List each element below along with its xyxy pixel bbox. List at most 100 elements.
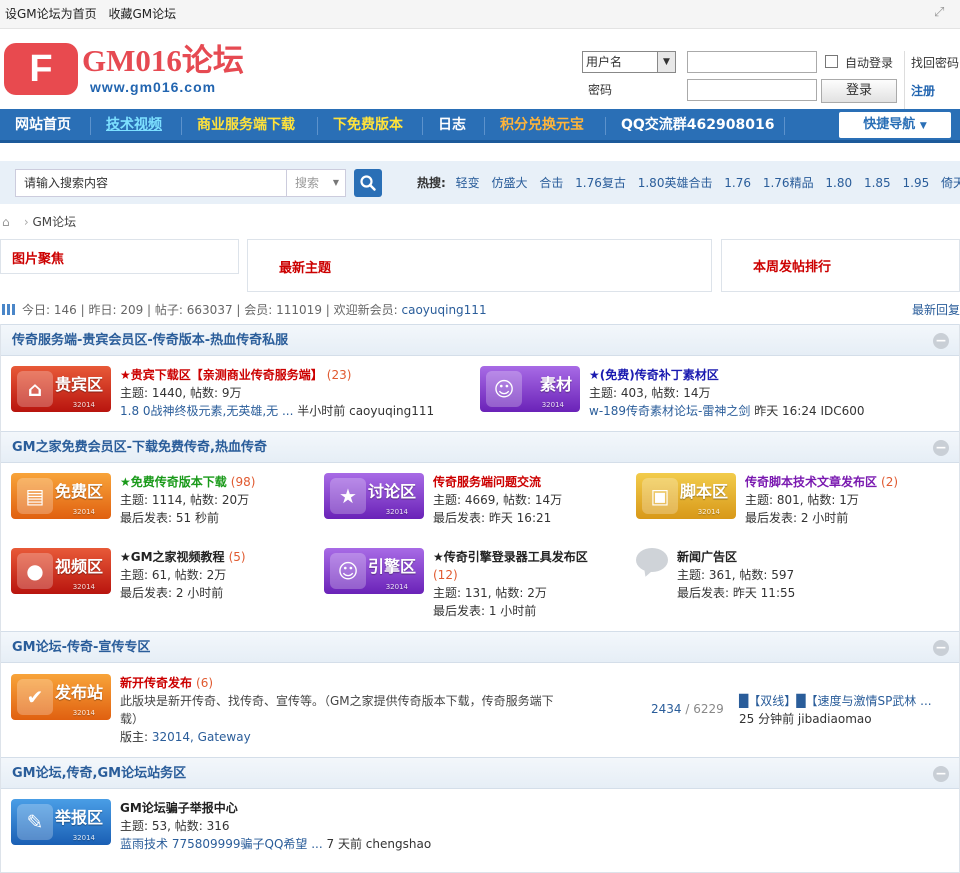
forum-last-post: 1.8 0战神终极元素,无英雄,无 ... 半小时前 caoyuqing111 bbox=[120, 402, 434, 420]
category-header: GM论坛-传奇-宣传专区 − bbox=[1, 631, 959, 663]
latest-topics-title: 最新主题 bbox=[279, 261, 332, 276]
hot-link[interactable]: 倚天荣耀 bbox=[941, 176, 960, 190]
forum-name[interactable]: ★GM之家视频教程 bbox=[120, 550, 225, 564]
last-post-user[interactable]: chengshao bbox=[366, 837, 431, 851]
forum-name[interactable]: ★贵宾下载区【亲测商业传奇服务端】 bbox=[120, 368, 323, 382]
login-type-select[interactable]: 用户名 ▼ bbox=[582, 51, 676, 73]
moderator-links[interactable]: 32014, Gateway bbox=[152, 730, 251, 744]
nav-item-videos[interactable]: 技术视频 bbox=[106, 109, 162, 142]
breadcrumb-current[interactable]: GM论坛 bbox=[32, 215, 76, 229]
forum-icon-free[interactable]: ▤ 免费区 32014 bbox=[11, 473, 111, 519]
speech-bubble-icon[interactable] bbox=[636, 548, 668, 579]
nav-divider bbox=[422, 117, 423, 135]
new-member-link[interactable]: caoyuqing111 bbox=[402, 303, 487, 317]
recent-post-user[interactable]: jibadiaomao bbox=[798, 712, 872, 726]
hot-link[interactable]: 1.80英雄合击 bbox=[638, 176, 713, 190]
auto-login-checkbox[interactable] bbox=[825, 55, 838, 68]
bookmark-link[interactable]: 收藏GM论坛 bbox=[108, 7, 176, 21]
hot-link[interactable]: 1.76精品 bbox=[763, 176, 814, 190]
login-button[interactable]: 登录 bbox=[821, 79, 897, 103]
category-title[interactable]: GM之家免费会员区-下载免费传奇,热血传奇 bbox=[12, 440, 267, 455]
find-password-link[interactable]: 找回密码 bbox=[911, 54, 959, 71]
nav-item-home[interactable]: 网站首页 bbox=[15, 109, 71, 142]
forum-icon-engine[interactable]: ☺ 引擎区 32014 bbox=[324, 548, 424, 594]
video-camera-icon: ● bbox=[17, 553, 53, 589]
collapse-icon[interactable]: − bbox=[933, 640, 949, 656]
recent-post-link[interactable]: █【双线】█【速度与激情SP武林 ... bbox=[739, 692, 932, 710]
search-button[interactable] bbox=[354, 169, 382, 197]
forum-name[interactable]: 新开传奇发布 bbox=[120, 676, 192, 690]
home-icon[interactable]: ⌂ bbox=[2, 215, 16, 229]
search-input[interactable]: 请输入搜索内容 bbox=[15, 169, 287, 197]
forum-icon-vip[interactable]: ⌂ 贵宾区 32014 bbox=[11, 366, 111, 412]
forum-meta: 主题: 53, 帖数: 316 bbox=[120, 819, 230, 833]
hot-link[interactable]: 1.76 bbox=[724, 176, 751, 190]
nav-item-points[interactable]: 积分兑换元宝 bbox=[500, 109, 584, 142]
nav-item-commercial[interactable]: 商业服务端下载 bbox=[197, 109, 295, 142]
category-title[interactable]: GM论坛,传奇,GM论坛站务区 bbox=[12, 766, 186, 781]
forum-icon-label: 讨论区 bbox=[367, 482, 416, 501]
forum-name[interactable]: GM论坛骗子举报中心 bbox=[120, 801, 238, 815]
hot-link[interactable]: 仿盛大 bbox=[491, 176, 527, 190]
forum-name[interactable]: ★免费传奇版本下载 bbox=[120, 475, 227, 489]
nav-divider bbox=[90, 117, 91, 135]
count-separator: / bbox=[685, 702, 690, 716]
collapse-icon[interactable]: − bbox=[933, 440, 949, 456]
stat-label: 今日: bbox=[22, 303, 51, 317]
nav-item-blog[interactable]: 日志 bbox=[438, 109, 466, 142]
quick-nav-button[interactable]: 快捷导航 ▼ bbox=[839, 112, 951, 138]
site-logo[interactable]: F GM016论坛 www.gm016.com bbox=[4, 41, 254, 103]
stats-text: 今日: 146 | 昨日: 209 | 帖子: 663037 | 会员: 111… bbox=[22, 303, 487, 317]
last-post-link[interactable]: 1.8 0战神终极元素,无英雄,无 ... bbox=[120, 404, 293, 418]
forum-icon-year: 32014 bbox=[385, 508, 408, 516]
forum-name[interactable]: ★传奇引擎登录器工具发布区 bbox=[433, 550, 588, 564]
house-icon: ⌂ bbox=[17, 371, 53, 407]
search-type-select[interactable]: 搜索 ▼ bbox=[286, 169, 346, 197]
hot-link[interactable]: 合击 bbox=[539, 176, 563, 190]
last-post-link[interactable]: 蓝雨技术 775809999骗子QQ希望 ... bbox=[120, 837, 323, 851]
last-post-user[interactable]: IDC600 bbox=[820, 404, 864, 418]
forum-icon-video[interactable]: ● 视频区 32014 bbox=[11, 548, 111, 594]
search-bar: 请输入搜索内容 搜索 ▼ 热搜: 轻变 仿盛大 合击 1.76复古 1.80英雄… bbox=[0, 161, 960, 204]
check-icon: ✔ bbox=[17, 679, 53, 715]
password-input[interactable] bbox=[687, 79, 817, 101]
last-post-user[interactable]: caoyuqing111 bbox=[349, 404, 434, 418]
forum-info: 新闻广告区 主题: 361, 帖数: 597 最后发表: 昨天 11:55 bbox=[677, 548, 795, 602]
collapse-icon[interactable]: − bbox=[933, 333, 949, 349]
forum-icon-script[interactable]: ▣ 脚本区 32014 bbox=[636, 473, 736, 519]
forum-name[interactable]: 新闻广告区 bbox=[677, 550, 737, 564]
hot-link[interactable]: 1.80 bbox=[825, 176, 852, 190]
chevron-down-icon: ▼ bbox=[657, 52, 675, 72]
expand-icon[interactable]: ⤢ bbox=[934, 6, 948, 20]
stat-label: 欢迎新会员: bbox=[333, 303, 398, 317]
forum-today-count: (12) bbox=[433, 568, 458, 582]
forum-icon-report[interactable]: ✎ 举报区 32014 bbox=[11, 799, 111, 845]
forum-name[interactable]: 传奇服务端问题交流 bbox=[433, 475, 541, 489]
hot-link[interactable]: 1.95 bbox=[903, 176, 930, 190]
stat-label: 帖子: bbox=[154, 303, 183, 317]
forum-name[interactable]: 传奇脚本技术文章发布区 bbox=[745, 475, 877, 489]
last-post-link[interactable]: w-189传奇素材论坛-雷神之剑 bbox=[589, 404, 750, 418]
collapse-icon[interactable]: − bbox=[933, 766, 949, 782]
hot-link[interactable]: 1.85 bbox=[864, 176, 891, 190]
nav-divider bbox=[181, 117, 182, 135]
forum-name[interactable]: ★(免费)传奇补丁素材区 bbox=[589, 368, 719, 382]
forum-icon-discuss[interactable]: ★ 讨论区 32014 bbox=[324, 473, 424, 519]
set-home-link[interactable]: 设GM论坛为首页 bbox=[5, 7, 97, 21]
last-post-time: 7 天前 bbox=[326, 837, 362, 851]
category-title[interactable]: 传奇服务端-贵宾会员区-传奇版本-热血传奇私服 bbox=[12, 333, 288, 348]
nav-item-free[interactable]: 下免费版本 bbox=[333, 109, 403, 142]
category-title[interactable]: GM论坛-传奇-宣传专区 bbox=[12, 640, 150, 655]
hot-link[interactable]: 轻变 bbox=[456, 176, 480, 190]
forum-info: ★GM之家视频教程 (5) 主题: 61, 帖数: 2万 最后发表: 2 小时前 bbox=[120, 548, 246, 602]
forum-today-count: (98) bbox=[230, 475, 256, 489]
forum-icon-material[interactable]: ☺ 素材 32014 bbox=[480, 366, 580, 412]
forum-moderators: 版主: 32014, Gateway bbox=[120, 728, 570, 746]
nav-divider bbox=[317, 117, 318, 135]
register-link[interactable]: 注册 bbox=[911, 82, 935, 99]
latest-reply-link[interactable]: 最新回复 bbox=[912, 301, 960, 318]
hot-link[interactable]: 1.76复古 bbox=[575, 176, 626, 190]
username-input[interactable] bbox=[687, 51, 817, 73]
nav-item-qq[interactable]: QQ交流群462908016 bbox=[621, 109, 774, 142]
forum-icon-publish[interactable]: ✔ 发布站 32014 bbox=[11, 674, 111, 720]
